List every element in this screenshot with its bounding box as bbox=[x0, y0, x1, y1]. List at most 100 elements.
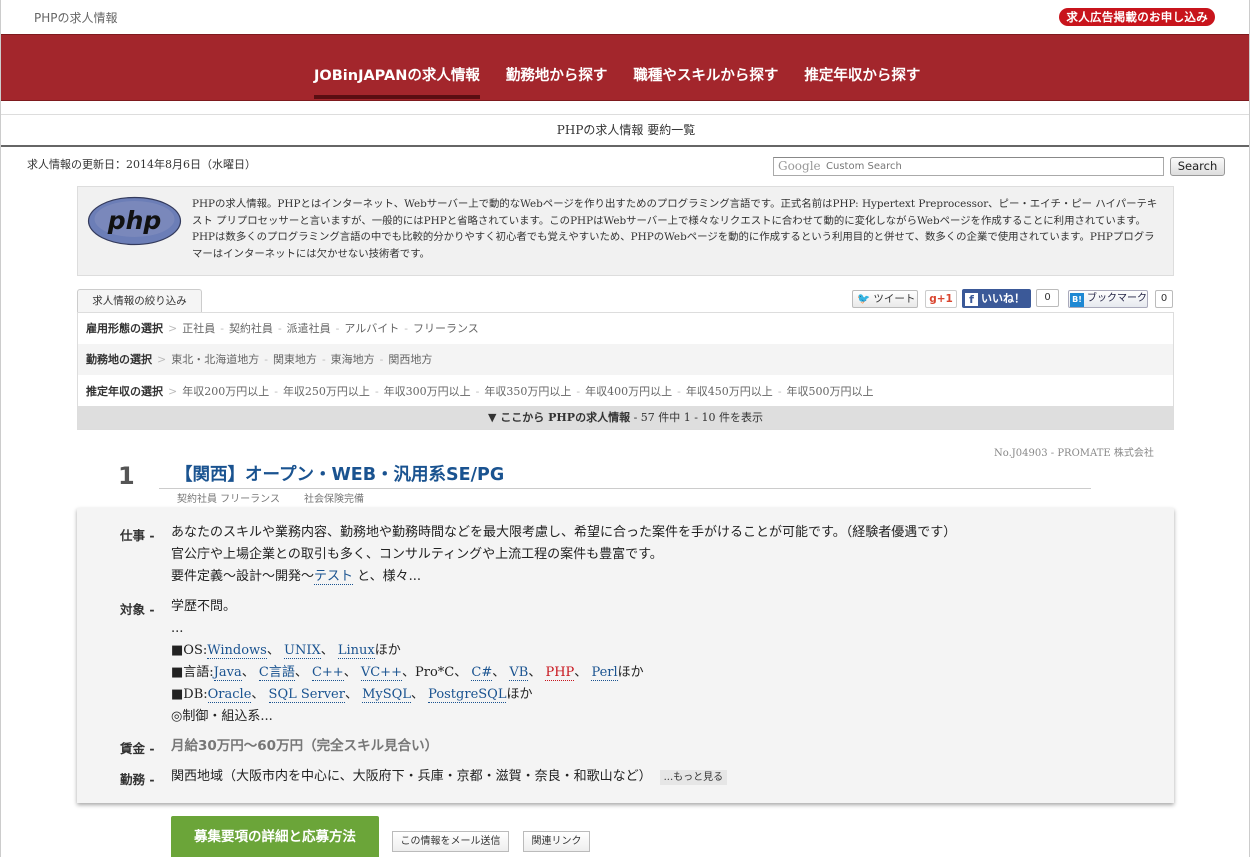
job-number: 1 bbox=[118, 462, 135, 490]
skill-link[interactable]: UNIX bbox=[284, 643, 321, 659]
test-link[interactable]: テスト bbox=[314, 569, 354, 585]
skill-link[interactable]: C++ bbox=[311, 665, 344, 681]
filter-option[interactable]: 正社員 bbox=[182, 322, 215, 335]
skill-link[interactable]: Perl bbox=[591, 665, 618, 681]
work-content: あなたのスキルや業務内容、勤務地や勤務時間などを最大限考慮し、希望に合った案件を… bbox=[171, 522, 956, 588]
gplus-button[interactable]: g+1 bbox=[925, 290, 957, 308]
result-count-bar: ▼ ここから PHPの求人情報 - 57 件中 1 - 10 件を表示 bbox=[78, 406, 1173, 429]
filter-option[interactable]: 東海地方 bbox=[331, 353, 375, 366]
related-links-button[interactable]: 関連リンク bbox=[523, 831, 590, 852]
filter-row-salary: 推定年収の選択 > 年収200万円以上 - 年収250万円以上 - 年収300万円以上 - 年収… bbox=[86, 385, 874, 398]
os-line: ■OS:Windows、 UNIX、 Linuxほか bbox=[171, 643, 401, 659]
nav-item-skill[interactable]: 職種やスキルから探す bbox=[633, 64, 778, 99]
filter-label: 推定年収の選択 bbox=[86, 385, 163, 398]
nav-item-location[interactable]: 勤務地から探す bbox=[506, 64, 608, 99]
skill-link-php[interactable]: PHP bbox=[545, 665, 575, 681]
title-divider bbox=[159, 488, 1091, 489]
apply-details-button[interactable]: 募集要項の詳細と応募方法 bbox=[171, 816, 379, 857]
filter-option[interactable]: 年収200万円以上 bbox=[182, 385, 269, 398]
tweet-button[interactable]: 🐦 ツイート bbox=[852, 290, 918, 308]
like-count: 0 bbox=[1036, 289, 1059, 307]
nav-item-salary[interactable]: 推定年収から探す bbox=[804, 64, 920, 99]
search-input[interactable]: Google Custom Search bbox=[773, 157, 1164, 176]
skill-link[interactable]: C# bbox=[471, 665, 493, 681]
db-line: ■DB:Oracle、 SQL Server、 MySQL、 PostgreSQ… bbox=[171, 687, 533, 703]
filter-option[interactable]: 契約社員 bbox=[229, 322, 273, 335]
work-line: あなたのスキルや業務内容、勤務地や勤務時間などを最大限考慮し、希望に合った案件を… bbox=[171, 525, 957, 540]
skill-link[interactable]: C言語 bbox=[258, 665, 295, 681]
tweet-label: ツイート bbox=[873, 293, 916, 305]
work-line3-text: 要件定義〜設計〜開発〜 bbox=[171, 569, 315, 584]
job-detail-box: 仕事 - あなたのスキルや業務内容、勤務地や勤務時間などを最大限考慮し、希望に合… bbox=[77, 508, 1174, 803]
target-content: 学歴不問。 ... ■OS:Windows、 UNIX、 Linuxほか ■言語… bbox=[171, 596, 644, 728]
filter-option[interactable]: 年収300万円以上 bbox=[384, 385, 471, 398]
hatena-label: ブックマーク bbox=[1087, 293, 1147, 304]
filter-tab[interactable]: 求人情報の絞り込み bbox=[77, 289, 202, 312]
filter-option[interactable]: 年収500万円以上 bbox=[787, 385, 874, 398]
hatena-count: 0 bbox=[1155, 290, 1173, 308]
work-line: 要件定義〜設計〜開発〜テスト と、様々... bbox=[171, 566, 956, 588]
job-tag: 契約社員 フリーランス bbox=[177, 494, 280, 505]
facebook-like-button[interactable]: f いいね！ bbox=[962, 289, 1031, 308]
skill-link[interactable]: PostgreSQL bbox=[428, 687, 507, 703]
more-button[interactable]: ...もっと見る bbox=[659, 770, 728, 785]
skill-link[interactable]: Java bbox=[213, 665, 242, 681]
work-line3-tail: と、様々... bbox=[353, 569, 422, 584]
db-prefix: ■DB: bbox=[171, 687, 208, 702]
job-reference: No.J04903 - PROMATE 株式会社 bbox=[994, 448, 1154, 459]
filter-option[interactable]: 関西地方 bbox=[388, 353, 432, 366]
facebook-icon: f bbox=[965, 293, 978, 306]
site-name-link[interactable]: PHPの求人情報 bbox=[34, 9, 118, 26]
skill-link[interactable]: Oracle bbox=[207, 687, 252, 703]
filter-label: 勤務地の選択 bbox=[86, 353, 152, 366]
ad-application-button[interactable]: 求人広告掲載のお申し込み bbox=[1059, 8, 1215, 26]
skill-link[interactable]: Linux bbox=[337, 643, 375, 659]
filter-option[interactable]: 派遣社員 bbox=[287, 322, 331, 335]
work-line: 官公庁や上場企業との取引も多く、コンサルティングや上流工程の案件も豊富です。 bbox=[171, 547, 663, 562]
lang-suffix: ほか bbox=[617, 665, 644, 680]
page: PHPの求人情報 求人広告掲載のお申し込み JOBinJAPANの求人情報 勤務… bbox=[0, 0, 1250, 857]
result-suffix: - 57 件中 1 - 10 件を表示 bbox=[630, 411, 763, 424]
filter-row-location: 勤務地の選択 > 東北・北海道地方 - 関東地方 - 東海地方 - 関西地方 bbox=[78, 344, 1173, 375]
php-logo-icon: php bbox=[87, 196, 182, 246]
filter-option[interactable]: 関東地方 bbox=[273, 353, 317, 366]
filter-option[interactable]: アルバイト bbox=[344, 322, 399, 335]
email-info-button[interactable]: この情報をメール送信 bbox=[392, 831, 509, 852]
os-prefix: ■OS: bbox=[171, 643, 208, 658]
target-line: 学歴不問。 bbox=[171, 599, 237, 614]
nav-item-jobinjapan[interactable]: JOBinJAPANの求人情報 bbox=[314, 64, 480, 99]
filter-option[interactable]: 年収350万円以上 bbox=[484, 385, 571, 398]
hatena-bookmark-button[interactable]: B! ブックマーク bbox=[1068, 290, 1148, 308]
job-tags: 契約社員 フリーランス 社会保険完備 bbox=[177, 490, 388, 505]
skill-link[interactable]: VB bbox=[509, 665, 529, 681]
skill-link[interactable]: Windows bbox=[207, 643, 267, 659]
filter-option[interactable]: 年収450万円以上 bbox=[686, 385, 773, 398]
skill-link[interactable]: MySQL bbox=[362, 687, 411, 703]
job-title-link[interactable]: 【関西】オープン・WEB・汎用系SE/PG bbox=[175, 461, 504, 486]
target-line: ◎制御・組込系... bbox=[171, 709, 273, 724]
twitter-icon: 🐦 bbox=[857, 293, 871, 305]
filter-option[interactable]: 年収400万円以上 bbox=[585, 385, 672, 398]
filter-option[interactable]: 年収250万円以上 bbox=[283, 385, 370, 398]
filter-option[interactable]: フリーランス bbox=[413, 322, 479, 335]
google-logo: Google bbox=[778, 159, 821, 173]
work-label: 仕事 - bbox=[120, 528, 155, 543]
skill-link[interactable]: SQL Server bbox=[268, 687, 345, 703]
skill-link[interactable]: VC++ bbox=[360, 665, 402, 681]
os-suffix: ほか bbox=[374, 643, 401, 658]
main-nav: JOBinJAPANの求人情報 勤務地から探す 職種やスキルから探す 推定年収か… bbox=[1, 34, 1249, 101]
skill-text: Pro*C bbox=[414, 665, 455, 680]
like-label: いいね！ bbox=[981, 292, 1025, 305]
salary-value: 月給30万円〜60万円（完全スキル見合い） bbox=[171, 738, 439, 754]
location-label: 勤務 - bbox=[120, 772, 155, 787]
salary-label: 賃金 - bbox=[120, 741, 155, 756]
filter-row-employment: 雇用形態の選択 > 正社員 - 契約社員 - 派遣社員 - アルバイト - フリーランス bbox=[86, 322, 479, 335]
target-label: 対象 - bbox=[120, 602, 155, 617]
page-title: PHPの求人情報 要約一覧 bbox=[1, 114, 1249, 147]
search-placeholder: Custom Search bbox=[826, 161, 902, 172]
search-button[interactable]: Search bbox=[1170, 157, 1225, 176]
filter-option[interactable]: 東北・北海道地方 bbox=[171, 353, 259, 366]
filter-box: 雇用形態の選択 > 正社員 - 契約社員 - 派遣社員 - アルバイト - フリーランス 勤務地の選… bbox=[77, 312, 1174, 430]
target-line: ... bbox=[171, 621, 184, 636]
result-prefix: ▼ ここから PHPの求人情報 bbox=[488, 411, 631, 424]
